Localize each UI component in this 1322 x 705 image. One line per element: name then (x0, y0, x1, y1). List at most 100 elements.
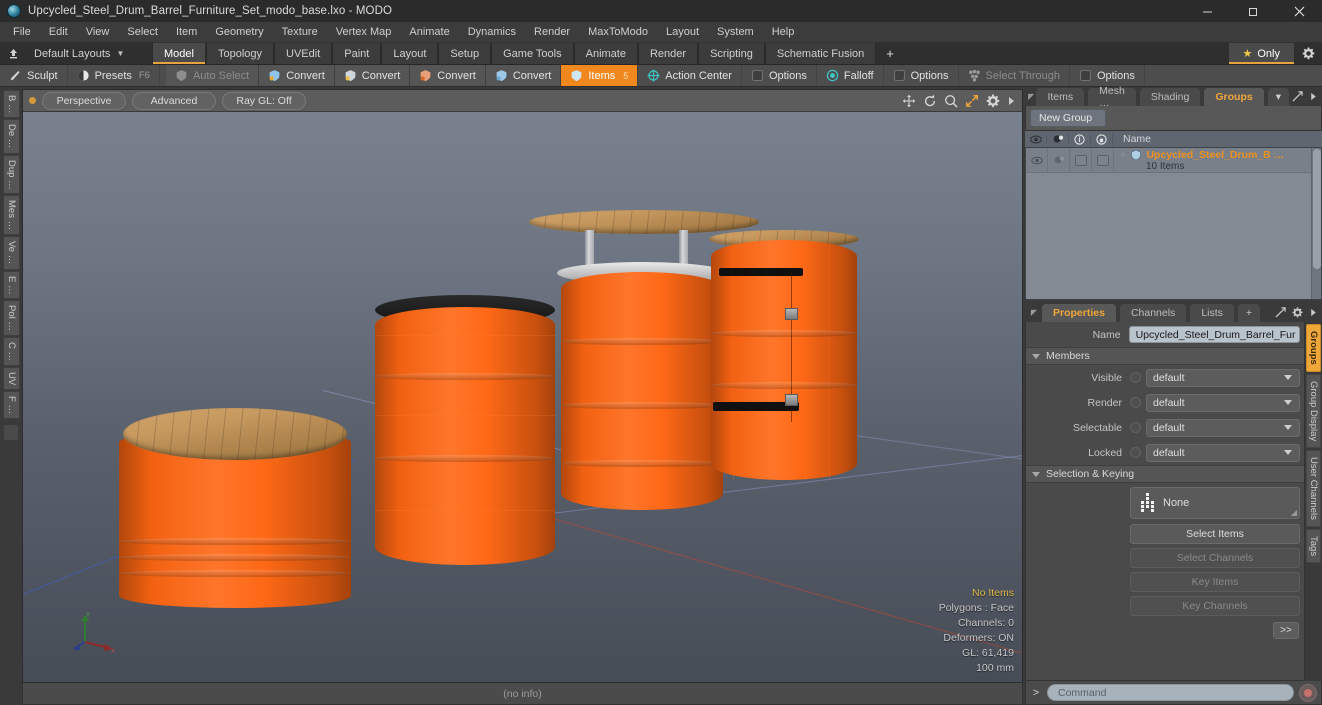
tool-convert-1[interactable]: Convert (259, 65, 335, 86)
left-tab-mesh-edit[interactable]: Mes … (3, 195, 20, 236)
tab-schematic-fusion[interactable]: Schematic Fusion (764, 43, 877, 64)
scrollbar-thumb[interactable] (1313, 149, 1321, 269)
more-options-button[interactable]: >> (1273, 622, 1299, 639)
tab-scripting[interactable]: Scripting (698, 43, 765, 64)
chevron-right-icon[interactable] (1007, 95, 1016, 107)
tab-channels[interactable]: Channels (1118, 303, 1188, 322)
rotate-icon[interactable] (923, 94, 937, 108)
preferences-gear-button[interactable] (1294, 43, 1322, 64)
command-input[interactable]: Command (1047, 684, 1294, 701)
channel-dot-icon[interactable] (1130, 397, 1141, 408)
menu-select[interactable]: Select (118, 22, 167, 43)
gear-icon[interactable] (986, 94, 1000, 108)
menu-system[interactable]: System (708, 22, 763, 43)
barrel-cabinet-right[interactable] (709, 230, 859, 480)
side-tab-groups[interactable]: Groups (1306, 324, 1321, 372)
menu-dynamics[interactable]: Dynamics (459, 22, 525, 43)
add-properties-tab[interactable]: + (1236, 303, 1262, 322)
menu-edit[interactable]: Edit (40, 22, 77, 43)
maximize-button[interactable] (1230, 0, 1276, 22)
visible-dropdown[interactable]: default (1146, 368, 1300, 387)
tab-model[interactable]: Model (152, 43, 206, 64)
menu-view[interactable]: View (77, 22, 119, 43)
left-tab-curve[interactable]: C … (3, 337, 20, 367)
menu-maxtomodo[interactable]: MaxToModo (579, 22, 657, 43)
tool-auto-select[interactable]: Auto Select (165, 65, 260, 86)
left-tab-uv[interactable]: UV (3, 367, 20, 391)
barrel-bar-table-center[interactable] (529, 210, 759, 510)
side-tab-user-channels[interactable]: User Channels (1306, 449, 1321, 527)
expand-panel-icon[interactable] (1275, 307, 1286, 318)
3d-viewport[interactable]: Perspective Advanced Ray GL: Off Y X No … (22, 89, 1023, 683)
members-section-header[interactable]: Members (1026, 347, 1304, 365)
row-visible-toggle[interactable] (1026, 148, 1048, 172)
tab-topology[interactable]: Topology (205, 43, 275, 64)
gear-icon[interactable] (1292, 307, 1303, 318)
close-button[interactable] (1276, 0, 1322, 22)
home-layout-icon[interactable] (0, 43, 26, 64)
left-tab-fur[interactable]: F … (3, 391, 20, 420)
panel-menu-icon[interactable]: ◤ (1027, 87, 1035, 106)
side-tab-group-display[interactable]: Group Display (1306, 373, 1321, 448)
barrel-table-wood-left[interactable] (119, 408, 351, 608)
table-row[interactable]: + Upcycled_Steel_Drum_B … 10 Items (1026, 148, 1311, 173)
tab-groups[interactable]: Groups (1203, 87, 1265, 106)
menu-help[interactable]: Help (763, 22, 804, 43)
channel-dot-icon[interactable] (1130, 422, 1141, 433)
viewport-raygl-toggle[interactable]: Ray GL: Off (222, 91, 306, 110)
new-group-button[interactable]: New Group (1030, 109, 1106, 127)
menu-render[interactable]: Render (525, 22, 579, 43)
panel-menu-icon[interactable]: ◤ (1027, 303, 1041, 322)
resize-grip-icon[interactable]: ◢ (1291, 508, 1297, 517)
col-lock-header[interactable] (1091, 133, 1113, 145)
tab-animate[interactable]: Animate (573, 43, 638, 64)
viewport-projection-dropdown[interactable]: Perspective (42, 91, 126, 110)
tab-setup[interactable]: Setup (438, 43, 492, 64)
chevron-right-icon[interactable] (1309, 307, 1318, 318)
barrel-open-black-rim[interactable] (375, 295, 555, 565)
pan-icon[interactable] (902, 94, 916, 108)
expand-panel-icon[interactable] (1292, 91, 1303, 102)
col-render-header[interactable] (1047, 134, 1069, 144)
menu-geometry[interactable]: Geometry (206, 22, 272, 43)
locked-dropdown[interactable]: default (1146, 443, 1300, 462)
default-layouts-dropdown[interactable]: Default Layouts ▼ (26, 43, 146, 64)
fit-icon[interactable] (965, 94, 979, 108)
menu-animate[interactable]: Animate (400, 22, 458, 43)
left-tab-vertex[interactable]: Ve … (3, 236, 20, 270)
left-tab-deform[interactable]: De … (3, 119, 20, 154)
name-field[interactable]: Upcycled_Steel_Drum_Barrel_Fur (1128, 326, 1300, 343)
menu-layout[interactable]: Layout (657, 22, 708, 43)
add-tab-button[interactable]: + (876, 43, 904, 64)
expand-icon[interactable]: + (1120, 149, 1126, 161)
chevron-right-icon[interactable] (1309, 91, 1318, 102)
tab-mesh[interactable]: Mesh … (1087, 85, 1137, 109)
menu-file[interactable]: File (4, 22, 40, 43)
tool-action-center[interactable]: Action Center (638, 65, 742, 86)
row-render-toggle[interactable] (1048, 148, 1070, 172)
side-tab-tags[interactable]: Tags (1306, 528, 1321, 563)
tool-options-2[interactable]: Options (883, 65, 959, 86)
viewport-menu-dot-icon[interactable] (29, 97, 36, 104)
tab-paint[interactable]: Paint (332, 43, 382, 64)
menu-vertex-map[interactable]: Vertex Map (327, 22, 401, 43)
keyframe-selector[interactable]: None ◢ (1130, 487, 1300, 519)
left-tab-edge[interactable]: E … (3, 270, 20, 300)
tool-options-3[interactable]: Options (1069, 65, 1145, 86)
tool-items[interactable]: Items 5 (561, 65, 639, 86)
tab-items[interactable]: Items (1035, 87, 1086, 106)
selectable-dropdown[interactable]: default (1146, 418, 1300, 437)
tool-convert-3[interactable]: Convert (410, 65, 486, 86)
tool-falloff[interactable]: Falloff (816, 65, 884, 86)
tool-sculpt[interactable]: Sculpt (0, 65, 68, 86)
tab-render[interactable]: Render (637, 43, 699, 64)
left-toolbox-collapse-button[interactable] (3, 424, 19, 442)
left-tab-duplicate[interactable]: Dup … (3, 154, 20, 195)
group-list-scrollbar[interactable] (1311, 148, 1321, 299)
group-list-body[interactable]: + Upcycled_Steel_Drum_B … 10 Items (1025, 148, 1322, 300)
channel-dot-icon[interactable] (1130, 447, 1141, 458)
selection-keying-section-header[interactable]: Selection & Keying (1026, 465, 1304, 483)
menu-item[interactable]: Item (167, 22, 206, 43)
tool-convert-4[interactable]: Convert (485, 65, 562, 86)
row-info-toggle[interactable] (1070, 148, 1092, 172)
